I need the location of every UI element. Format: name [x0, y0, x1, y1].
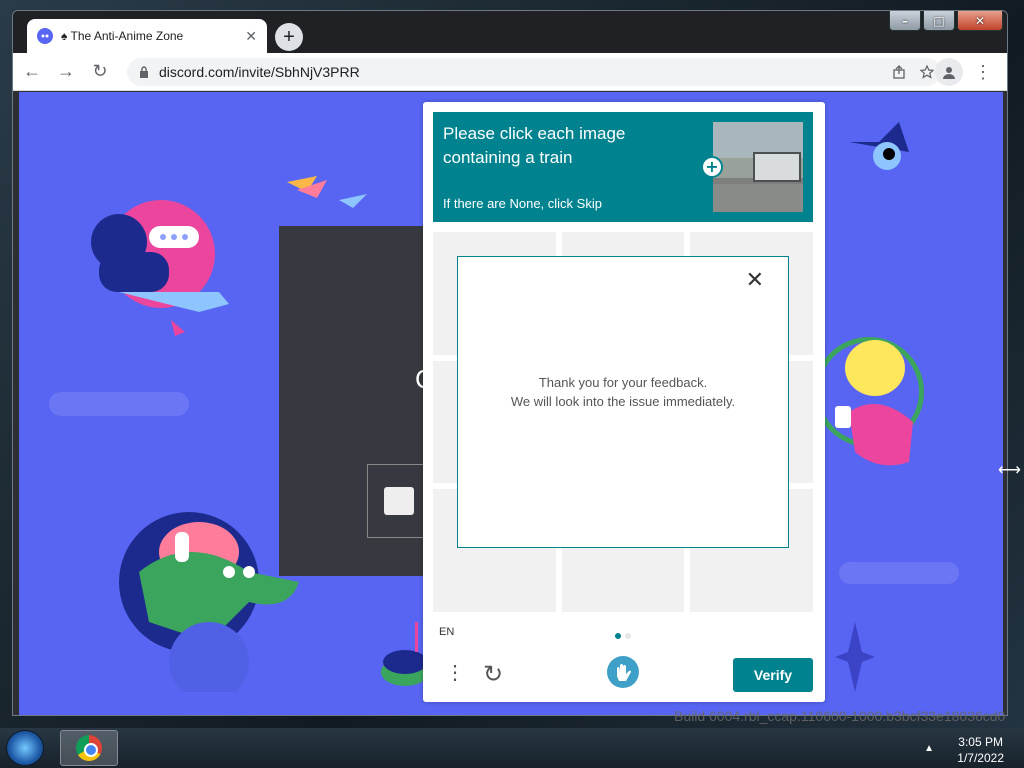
feedback-line2: We will look into the issue immediately.	[510, 394, 736, 409]
browser-window: ♠ The Anti-Anime Zone ✕ + – □ ✕ ← → ↻ di…	[12, 10, 1008, 716]
bird-decoration	[287, 176, 367, 208]
refresh-challenge-button[interactable]: ↻	[483, 660, 503, 689]
verify-button[interactable]: Verify	[733, 658, 813, 692]
hcaptcha-logo-icon[interactable]	[607, 656, 639, 688]
road-shape	[713, 184, 803, 212]
resize-cursor-icon: ⟷	[998, 462, 1021, 479]
back-button[interactable]: ←	[17, 57, 47, 87]
close-icon[interactable]: ✕	[746, 267, 764, 293]
address-bar[interactable]: discord.com/invite/SbhNjV3PRR	[127, 58, 941, 86]
start-button[interactable]	[6, 730, 44, 766]
lock-icon	[140, 66, 148, 78]
discord-invite-page: C Please click each image containing a t…	[19, 92, 1003, 715]
sparkle-decoration	[835, 622, 875, 692]
expand-sample-icon[interactable]: +	[701, 156, 723, 178]
page-indicator	[615, 633, 635, 639]
url-text: discord.com/invite/SbhNjV3PRR	[159, 64, 360, 80]
feedback-message: Thank you for your feedback. We will loo…	[458, 373, 788, 411]
feedback-line1: Thank you for your feedback.	[538, 375, 708, 390]
prompt-line1: Please click each image	[443, 124, 626, 143]
yellow-dragon-illustration	[819, 337, 924, 466]
prompt-line2: containing a train	[443, 148, 573, 167]
discord-invite-card: C	[279, 226, 447, 576]
build-watermark: Build 6004.rbl_ccap.110600-1000.b3bcf33e…	[674, 708, 1006, 724]
tab-bar: ♠ The Anti-Anime Zone ✕ + – □ ✕	[13, 11, 1007, 53]
skip-hint: If there are None, click Skip	[443, 196, 602, 211]
language-selector[interactable]: EN	[439, 626, 454, 638]
tab-anti-anime-zone[interactable]: ♠ The Anti-Anime Zone ✕	[27, 19, 267, 53]
chrome-icon	[76, 735, 102, 761]
tray-expand-icon[interactable]: ▲	[924, 743, 934, 754]
taskbar: ▲ 3:05 PM 1/7/2022	[0, 728, 1024, 768]
feedback-dialog: ✕ Thank you for your feedback. We will l…	[457, 256, 789, 548]
window-controls: – □ ✕	[889, 11, 1003, 31]
reload-button[interactable]: ↻	[85, 57, 115, 87]
tab-title: ♠ The Anti-Anime Zone	[61, 29, 184, 43]
close-window-button[interactable]: ✕	[957, 11, 1003, 31]
discord-favicon-icon	[37, 28, 53, 44]
clock-time: 3:05 PM	[958, 735, 1003, 749]
train-sample-image	[713, 122, 803, 212]
new-tab-button[interactable]: +	[275, 23, 303, 51]
page-dot-inactive	[625, 633, 631, 639]
tab-close-icon[interactable]: ✕	[245, 28, 257, 45]
browser-toolbar: ← → ↻ discord.com/invite/SbhNjV3PRR ⋮	[13, 53, 1007, 91]
maximize-button[interactable]: □	[923, 11, 955, 31]
minimize-button[interactable]: –	[889, 11, 921, 31]
page-dot-active	[615, 633, 621, 639]
browser-menu-button[interactable]: ⋮	[969, 58, 997, 86]
challenge-prompt: Please click each image containing a tra…	[433, 112, 813, 222]
profile-avatar-icon[interactable]	[935, 58, 963, 86]
clock-date: 1/7/2022	[957, 751, 1004, 765]
forward-button[interactable]: →	[51, 57, 81, 87]
more-options-button[interactable]: ⋮	[445, 660, 465, 685]
system-clock[interactable]: 3:05 PM 1/7/2022	[957, 734, 1004, 766]
cloud-decoration	[49, 392, 189, 416]
truck-shape	[753, 152, 801, 182]
cloud-decoration	[839, 562, 959, 584]
taskbar-chrome-button[interactable]	[60, 730, 118, 766]
reading-character-illustration	[91, 200, 229, 336]
winged-blob-decoration	[849, 122, 909, 170]
video-icon	[384, 487, 414, 515]
hcaptcha-challenge: Please click each image containing a tra…	[423, 102, 825, 702]
share-icon[interactable]	[885, 58, 913, 86]
